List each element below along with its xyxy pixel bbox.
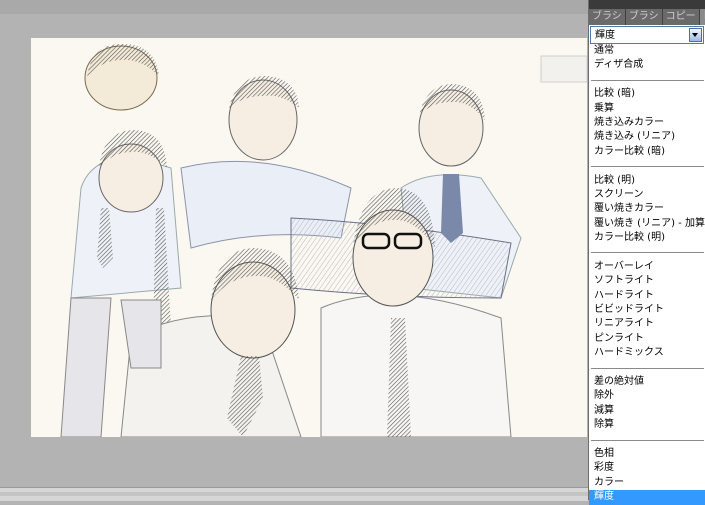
blend-mode-option[interactable]: 焼き込み (リニア) bbox=[589, 130, 705, 144]
blend-mode-select[interactable]: 輝度 bbox=[590, 26, 704, 44]
blend-mode-dropdown-button[interactable] bbox=[689, 28, 702, 42]
blend-mode-option[interactable]: 色相 bbox=[589, 447, 705, 461]
layer-panel: ブラシ ブラシ コピー レイ 輝度 通常ディザ合成比較 (暗)乗算焼き込みカラー… bbox=[588, 0, 705, 505]
tab-copy[interactable]: コピー bbox=[662, 9, 700, 25]
blend-mode-option[interactable]: 通常 bbox=[589, 44, 705, 58]
blend-mode-option[interactable]: オーバーレイ bbox=[589, 260, 705, 274]
canvas-image[interactable] bbox=[31, 38, 587, 437]
blend-mode-option[interactable]: リニアライト bbox=[589, 317, 705, 331]
scrollbar-track[interactable] bbox=[0, 492, 588, 496]
blend-mode-option[interactable]: 比較 (明) bbox=[589, 174, 705, 188]
blend-mode-option[interactable]: 比較 (暗) bbox=[589, 87, 705, 101]
blend-mode-option[interactable]: カラー比較 (明) bbox=[589, 231, 705, 245]
panel-header-bar[interactable] bbox=[589, 0, 705, 9]
blend-mode-option[interactable]: カラー比較 (暗) bbox=[589, 145, 705, 159]
blend-mode-option[interactable]: 差の絶対値 bbox=[589, 375, 705, 389]
blend-mode-option[interactable]: 除算 bbox=[589, 418, 705, 432]
chevron-down-icon bbox=[692, 33, 698, 37]
document-title-strip bbox=[0, 0, 588, 14]
list-separator bbox=[589, 73, 705, 87]
blend-mode-option[interactable]: ハードミックス bbox=[589, 346, 705, 360]
blend-mode-option[interactable]: 焼き込みカラー bbox=[589, 116, 705, 130]
tab-brush-1[interactable]: ブラシ bbox=[589, 9, 626, 25]
tab-brush-2[interactable]: ブラシ bbox=[625, 9, 663, 25]
blend-mode-list: 通常 ディザ合成比較 (暗) 乗算 焼き込みカラー 焼き込み (リニア) カラー比較 (暗… bbox=[589, 44, 705, 505]
document-canvas-area[interactable] bbox=[0, 0, 588, 501]
tab-layer[interactable]: レイ bbox=[699, 9, 705, 25]
blend-mode-option[interactable]: 除外 bbox=[589, 389, 705, 403]
list-separator bbox=[589, 245, 705, 259]
blend-mode-option[interactable]: スクリーン bbox=[589, 188, 705, 202]
list-separator bbox=[589, 433, 705, 447]
blend-mode-option[interactable]: カラー bbox=[589, 476, 705, 490]
blend-mode-option[interactable]: 輝度 bbox=[589, 490, 705, 505]
blend-mode-option[interactable]: ビビッドライト bbox=[589, 303, 705, 317]
blend-mode-option[interactable]: ソフトライト bbox=[589, 274, 705, 288]
blend-mode-option[interactable]: 減算 bbox=[589, 404, 705, 418]
blend-mode-option[interactable]: 彩度 bbox=[589, 461, 705, 475]
blend-mode-option[interactable]: ピンライト bbox=[589, 332, 705, 346]
horizontal-scrollbar[interactable] bbox=[0, 487, 588, 501]
blend-mode-value: 輝度 bbox=[595, 30, 615, 41]
panel-tabs: ブラシ ブラシ コピー レイ bbox=[589, 9, 705, 25]
blend-mode-option[interactable]: 覆い焼き (リニア) - 加算 bbox=[589, 217, 705, 231]
blend-mode-option[interactable]: 覆い焼きカラー bbox=[589, 202, 705, 216]
blend-mode-option[interactable]: ハードライト bbox=[589, 289, 705, 303]
sketch-photo-illustration bbox=[31, 38, 587, 437]
list-separator bbox=[589, 159, 705, 173]
list-separator bbox=[589, 361, 705, 375]
blend-mode-option[interactable]: ディザ合成 bbox=[589, 58, 705, 72]
blend-mode-option[interactable]: 乗算 bbox=[589, 102, 705, 116]
